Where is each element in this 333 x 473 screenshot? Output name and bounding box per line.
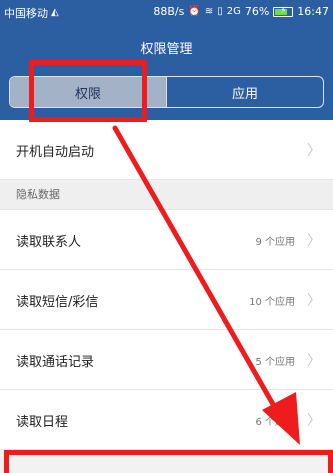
- list-item-call-log[interactable]: 读取通话记录 5 个应用 〉: [0, 330, 333, 390]
- chevron-right-icon: 〉: [307, 143, 321, 159]
- tab-apps[interactable]: 应用: [167, 77, 323, 107]
- app-count: 10 个应用: [249, 297, 295, 308]
- list-item-autostart[interactable]: 开机自动启动 〉: [0, 120, 333, 180]
- battery-percent: 76%: [244, 5, 270, 18]
- app-count: 6 个应用: [255, 417, 295, 428]
- status-bar: 中国移动 ◭ 88B/s ⏰ ≋ ▯ 2G 76% ⚡ 16:47: [0, 0, 333, 24]
- permission-list: 开机自动启动 〉 隐私数据 读取联系人 9 个应用 〉 读取短信/彩信 10 个…: [0, 120, 333, 450]
- network-type: 2G: [226, 5, 241, 17]
- wifi-icon: ≋: [204, 5, 214, 17]
- battery-icon: ⚡: [273, 5, 294, 17]
- network-speed: 88B/s: [153, 5, 185, 18]
- app-count: 5 个应用: [255, 357, 295, 368]
- chevron-right-icon: 〉: [307, 353, 321, 369]
- list-item-sms[interactable]: 读取短信/彩信 10 个应用 〉: [0, 270, 333, 330]
- section-header-privacy: 隐私数据: [0, 180, 333, 210]
- chevron-right-icon: 〉: [307, 233, 321, 249]
- highlight-box-bottom: [4, 450, 333, 473]
- alarm-icon: ⏰: [188, 5, 201, 17]
- list-item-label: 读取通话记录: [16, 355, 95, 370]
- list-item-label: 读取联系人: [16, 235, 82, 250]
- chevron-right-icon: 〉: [307, 293, 321, 309]
- page-title: 权限管理: [140, 42, 193, 57]
- list-item-label: 读取日程: [16, 415, 69, 430]
- list-item-label: 开机自动启动: [16, 145, 95, 160]
- clock: 16:47: [297, 5, 329, 18]
- list-item-contacts[interactable]: 读取联系人 9 个应用 〉: [0, 210, 333, 270]
- app-count: 9 个应用: [255, 237, 295, 248]
- signal-icon: ◭: [51, 7, 59, 18]
- list-item-label: 读取短信/彩信: [16, 295, 99, 310]
- carrier-name: 中国移动: [4, 7, 48, 20]
- highlight-box-permissions-tab: [29, 60, 147, 122]
- sim-icon: ▯: [217, 5, 223, 17]
- list-item-calendar[interactable]: 读取日程 6 个应用 〉: [0, 390, 333, 450]
- chevron-right-icon: 〉: [307, 413, 321, 429]
- charging-icon: ⚡: [280, 5, 287, 16]
